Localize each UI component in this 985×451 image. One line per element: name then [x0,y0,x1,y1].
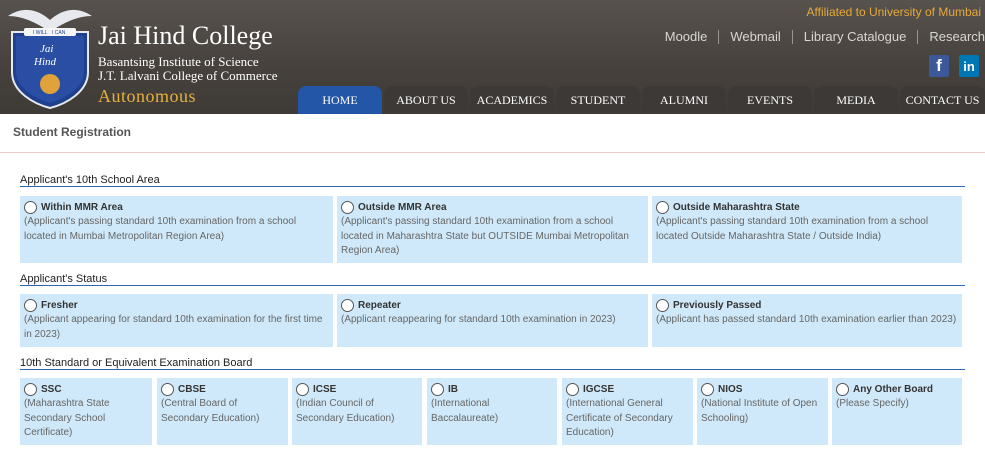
option-description: (Applicant appearing for standard 10th e… [24,314,323,340]
top-links: Moodle Webmail Library Catalogue Researc… [654,29,985,44]
option-previously-passed[interactable]: Previously Passed (Applicant has passed … [652,294,962,347]
option-title: CBSE [178,383,206,395]
logo-motto-text-2: I CAN [52,30,66,36]
logo-motto-text: I WILL [33,30,48,36]
radio-button[interactable] [431,382,444,396]
linkedin-icon[interactable]: in [959,55,979,77]
radio-button[interactable] [836,382,849,396]
option-title: Outside Maharashtra State [673,201,800,213]
radio-button[interactable] [341,200,354,214]
toplink-moodle[interactable]: Moodle [654,29,719,44]
option-title: SSC [41,383,62,395]
divider [0,152,985,153]
option-nios[interactable]: NIOS (National Institute of Open Schooli… [697,378,828,445]
affiliation-text: Affiliated to University of Mumbai [806,5,981,19]
radio-button[interactable] [656,200,669,214]
option-description: (Applicant reappearing for standard 10th… [341,314,616,325]
radio-button[interactable] [341,298,354,312]
option-title: Previously Passed [673,299,762,311]
nav-tab-contact-us[interactable]: CONTACT US [900,86,985,114]
site-header: I WILL I CAN Jai Hind Jai Hind College B… [0,0,985,114]
section-label-board: 10th Standard or Equivalent Examination … [20,357,253,369]
section-divider [20,369,965,370]
facebook-icon[interactable]: f [929,55,949,77]
option-title: IGCSE [583,383,615,395]
option-repeater[interactable]: Repeater (Applicant reappearing for stan… [337,294,648,347]
option-ssc[interactable]: SSC (Maharashtra State Secondary School … [20,378,152,445]
option-description: (International Baccalaureate) [431,398,499,424]
page-title: Student Registration [13,125,132,139]
social-links: f in [929,55,979,77]
nav-tab-home[interactable]: HOME [298,86,382,114]
toplink-webmail[interactable]: Webmail [719,29,791,44]
option-ib[interactable]: IB (International Baccalaureate) [427,378,557,445]
section-label-status: Applicant's Status [20,273,108,285]
option-outside-mmr[interactable]: Outside MMR Area (Applicant's passing st… [337,196,648,263]
radio-button[interactable] [566,382,579,396]
option-cbse[interactable]: CBSE (Central Board of Secondary Educati… [157,378,288,445]
radio-button[interactable] [24,382,37,396]
option-description: (Applicant has passed standard 10th exam… [656,314,957,325]
college-name[interactable]: Jai Hind College [98,21,273,51]
option-title: Repeater [358,299,401,311]
main-navigation: HOME ABOUT US ACADEMICS STUDENT ALUMNI E… [298,86,985,114]
option-description: (Applicant's passing standard 10th exami… [656,216,929,242]
nav-tab-media[interactable]: MEDIA [814,86,898,114]
radio-button[interactable] [24,200,37,214]
option-icse[interactable]: ICSE (Indian Council of Secondary Educat… [292,378,422,445]
option-any-other-board[interactable]: Any Other Board (Please Specify) [832,378,962,445]
nav-tab-academics[interactable]: ACADEMICS [470,86,554,114]
option-description: (Central Board of Secondary Education) [161,398,260,424]
option-fresher[interactable]: Fresher (Applicant appearing for standar… [20,294,333,347]
option-description: (Applicant's passing standard 10th exami… [24,216,297,242]
option-title: Within MMR Area [41,201,123,213]
section-divider [20,285,965,286]
logo-text-jai: Jai [40,43,53,55]
nav-tab-alumni[interactable]: ALUMNI [642,86,726,114]
option-outside-maharashtra[interactable]: Outside Maharashtra State (Applicant's p… [652,196,962,263]
nav-tab-events[interactable]: EVENTS [728,86,812,114]
option-title: ICSE [313,383,337,395]
toplink-research[interactable]: Research [918,29,985,44]
radio-button[interactable] [24,298,37,312]
option-title: Outside MMR Area [358,201,447,213]
option-description: (Maharashtra State Secondary School Cert… [24,398,110,438]
option-description: (Indian Council of Secondary Education) [296,398,395,424]
logo-text-hind: Hind [33,56,57,68]
option-title: Fresher [41,299,78,311]
nav-tab-student[interactable]: STUDENT [556,86,640,114]
autonomous-label: Autonomous [98,86,197,106]
radio-button[interactable] [701,382,714,396]
option-description: (National Institute of Open Schooling) [701,398,818,424]
nav-tab-about-us[interactable]: ABOUT US [384,86,468,114]
option-description: (International General Certificate of Se… [566,398,673,438]
radio-button[interactable] [161,382,174,396]
college-subtitle-commerce: J.T. Lalvani College of Commerce [98,68,278,83]
option-description: (Applicant's passing standard 10th exami… [341,216,629,256]
option-description: (Please Specify) [836,398,909,409]
toplink-library-catalogue[interactable]: Library Catalogue [793,29,918,44]
option-within-mmr[interactable]: Within MMR Area (Applicant's passing sta… [20,196,333,263]
radio-button[interactable] [296,382,309,396]
section-label-school-area: Applicant's 10th School Area [20,174,160,186]
radio-button[interactable] [656,298,669,312]
option-igcse[interactable]: IGCSE (International General Certificate… [562,378,693,445]
college-crest-logo[interactable]: I WILL I CAN Jai Hind [6,2,94,110]
section-divider [20,186,965,187]
option-title: Any Other Board [853,383,934,395]
option-title: NIOS [718,383,743,395]
option-title: IB [448,383,458,395]
